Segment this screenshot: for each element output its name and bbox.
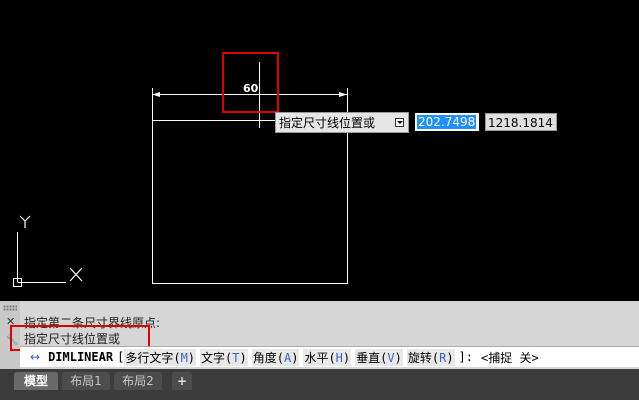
options-bracket-close: ]: bbox=[458, 350, 473, 364]
option-vertical[interactable]: 垂直(V) bbox=[355, 348, 403, 366]
drawing-geometry bbox=[13, 62, 348, 287]
drawing-canvas[interactable]: 60 指定尺寸线位置或 202.7498 1218.1814 Y X bbox=[0, 0, 639, 301]
option-multiline-text[interactable]: 多行文字(M) bbox=[124, 348, 197, 366]
options-bracket-open: [ bbox=[117, 350, 125, 364]
highlight-box-dimension bbox=[222, 52, 279, 113]
dynamic-input-prompt-text: 指定尺寸线位置或 bbox=[279, 116, 376, 130]
tab-layout2[interactable]: 布局2 bbox=[114, 372, 162, 390]
command-line-input[interactable]: ↔ DIMLINEAR [ 多行文字(M) 文字(T) 角度(A) 水平(H) … bbox=[20, 346, 639, 367]
arrow-left bbox=[152, 92, 160, 97]
add-tab-button[interactable]: + bbox=[172, 372, 192, 390]
tab-model[interactable]: 模型 bbox=[14, 372, 58, 390]
option-horizontal[interactable]: 水平(H) bbox=[303, 348, 352, 366]
dynamic-input-distance[interactable]: 202.7498 bbox=[415, 113, 479, 131]
dynamic-input-angle[interactable]: 1218.1814 bbox=[485, 113, 557, 131]
dynamic-input-distance-value: 202.7498 bbox=[417, 115, 477, 129]
option-text[interactable]: 文字(T) bbox=[200, 348, 248, 366]
command-name: DIMLINEAR bbox=[48, 350, 114, 364]
snap-status: <捕捉 关> bbox=[481, 350, 539, 365]
tab-layout1[interactable]: 布局1 bbox=[62, 372, 110, 390]
command-window: ✕ 🔧 指定第二条尺寸界线原点: 指定尺寸线位置或 ↔ DIMLINEAR [ … bbox=[0, 301, 639, 369]
layout-tab-bar: 模型 布局1 布局2 + bbox=[0, 369, 639, 400]
arrow-right bbox=[339, 92, 347, 97]
command-prompt-icon: ↔ bbox=[30, 350, 41, 364]
dropdown-icon[interactable] bbox=[395, 118, 404, 127]
option-angle[interactable]: 角度(A) bbox=[251, 348, 300, 366]
dynamic-input-prompt: 指定尺寸线位置或 bbox=[275, 112, 409, 133]
rectangle-shape bbox=[152, 120, 348, 284]
option-rotate[interactable]: 旋转(R) bbox=[406, 348, 455, 366]
